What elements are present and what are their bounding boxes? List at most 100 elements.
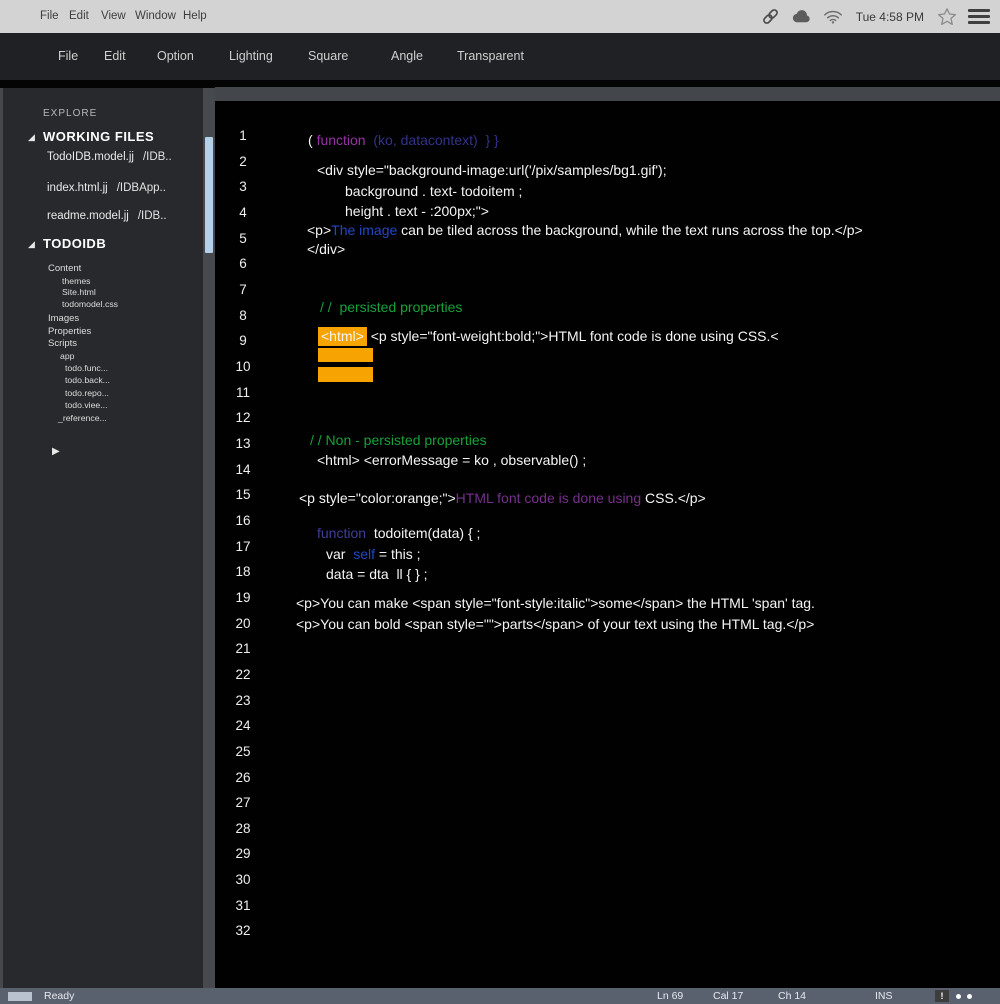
line-number: 1	[223, 128, 263, 143]
system-menubar: File Edit View Window Help	[0, 0, 1000, 33]
code-editor[interactable]: 1234567891011121314151617181920212223242…	[215, 87, 1000, 988]
wifi-icon[interactable]	[823, 9, 843, 24]
collapse-triangle-icon[interactable]: ◢	[28, 132, 35, 143]
status-column: Cal 17	[713, 990, 743, 1002]
link-icon[interactable]	[761, 7, 780, 26]
tree-item[interactable]: todomodel.css	[62, 299, 118, 309]
file-path: /IDBApp..	[117, 182, 166, 194]
code-line[interactable]: / / Non - persisted properties	[310, 432, 487, 448]
line-number: 16	[223, 513, 263, 528]
code-token: <p>You can bold <span style="">parts</sp…	[296, 616, 814, 632]
code-line[interactable]: <p>You can bold <span style="">parts</sp…	[296, 616, 814, 632]
alert-badge[interactable]: !	[935, 990, 949, 1002]
system-menu-view[interactable]: View	[101, 0, 126, 33]
app-menu-option[interactable]: Option	[157, 33, 194, 80]
code-token: HTML font code is done using	[456, 490, 645, 506]
line-number: 7	[223, 282, 263, 297]
code-line[interactable]: height . text - :200px;">	[345, 203, 489, 219]
code-line[interactable]: <p>The image can be tiled across the bac…	[307, 222, 863, 238]
code-line[interactable]: <html> <errorMessage = ko , observable()…	[317, 452, 586, 468]
app-menu-square[interactable]: Square	[308, 33, 348, 80]
app-menubar: File Edit Option Lighting Square Angle Transpa…	[0, 33, 1000, 80]
code-token: / / persisted properties	[320, 299, 462, 315]
status-insert-mode: INS	[875, 990, 893, 1002]
tree-item[interactable]: todo.repo...	[65, 388, 109, 398]
line-number: 8	[223, 308, 263, 323]
app-menu-angle[interactable]: Angle	[391, 33, 423, 80]
system-menu-file[interactable]: File	[40, 0, 59, 33]
line-number: 5	[223, 231, 263, 246]
tree-item[interactable]: Site.html	[62, 287, 96, 297]
code-line[interactable]: function todoitem(data) { ;	[317, 525, 480, 541]
sidebar-scrollbar-track[interactable]	[203, 88, 215, 988]
tree-item[interactable]: todo.viee...	[65, 400, 108, 410]
code-token: function	[317, 525, 366, 541]
working-file-item[interactable]: index.html.jj/IDBApp..	[47, 182, 166, 194]
tree-item[interactable]: todo.back...	[65, 375, 110, 385]
code-line[interactable]: <div style="background-image:url('/pix/s…	[317, 162, 667, 178]
line-number: 9	[223, 333, 263, 348]
code-token: <div style="background-image:url('/pix/s…	[317, 162, 667, 178]
code-line[interactable]: <html> <p style="font-weight:bold;">HTML…	[318, 328, 779, 344]
system-menu-window[interactable]: Window	[135, 0, 176, 33]
tree-item[interactable]: Content	[48, 263, 81, 274]
cloud-icon[interactable]	[791, 9, 812, 24]
line-number: 4	[223, 205, 263, 220]
tree-item[interactable]: Images	[48, 313, 79, 324]
code-line[interactable]: </div>	[307, 241, 345, 257]
tree-item[interactable]: app	[60, 351, 75, 361]
clock[interactable]: Tue 4:58 PM	[854, 10, 926, 24]
tree-item[interactable]: Properties	[48, 326, 91, 337]
line-number: 13	[223, 436, 263, 451]
app-menu-edit[interactable]: Edit	[104, 33, 126, 80]
app-menu-file[interactable]: File	[58, 33, 78, 80]
system-menu-edit[interactable]: Edit	[69, 0, 89, 33]
status-indicator-block	[8, 992, 32, 1001]
hamburger-menu-icon[interactable]	[968, 9, 990, 24]
working-file-item[interactable]: readme.model.jj/IDB..	[47, 210, 167, 222]
status-line: Ln 69	[657, 990, 683, 1002]
status-dot-icon	[956, 994, 961, 999]
tree-item[interactable]: themes	[62, 276, 91, 286]
code-token: CSS.</p>	[645, 490, 706, 506]
app-menu-transparent[interactable]: Transparent	[457, 33, 524, 80]
line-number: 12	[223, 410, 263, 425]
system-menu-help[interactable]: Help	[183, 0, 207, 33]
code-token: height . text - :200px;">	[345, 203, 489, 219]
sidebar-left-edge	[0, 88, 3, 988]
line-number: 20	[223, 616, 263, 631]
tree-item[interactable]: Scripts	[48, 338, 77, 349]
line-number: 23	[223, 693, 263, 708]
status-ready: Ready	[44, 990, 74, 1002]
project-header[interactable]: TODOIDB	[43, 236, 106, 251]
code-line[interactable]: <p>You can make <span style="font-style:…	[296, 595, 815, 611]
code-line[interactable]: background . text- todoitem ;	[345, 183, 522, 199]
line-number: 32	[223, 923, 263, 938]
working-files-header[interactable]: WORKING FILES	[43, 129, 154, 144]
code-line[interactable]: ( function (ko, datacontext) } }	[308, 132, 499, 148]
code-line[interactable]: var self = this ;	[326, 546, 421, 562]
tree-item[interactable]: todo.func...	[65, 363, 108, 373]
code-token: <html>	[318, 327, 367, 346]
code-line[interactable]: / / persisted properties	[320, 299, 462, 315]
editor-top-strip	[215, 87, 1000, 101]
line-number: 18	[223, 564, 263, 579]
code-token: data = dta ll { } ;	[326, 566, 428, 582]
line-number: 31	[223, 898, 263, 913]
app-menu-lighting[interactable]: Lighting	[229, 33, 273, 80]
expand-triangle-icon[interactable]: ▶	[52, 446, 60, 457]
line-number: 17	[223, 539, 263, 554]
code-token: function	[317, 132, 366, 148]
sidebar-scrollbar-thumb[interactable]	[205, 137, 213, 253]
code-token: <p style="color:orange;">	[299, 490, 456, 506]
working-file-item[interactable]: TodoIDB.model.jj/IDB..	[47, 151, 172, 163]
code-line[interactable]: data = dta ll { } ;	[326, 566, 428, 582]
star-icon[interactable]	[937, 7, 957, 27]
line-number: 10	[223, 359, 263, 374]
status-dot-icon	[967, 994, 972, 999]
code-line[interactable]: <p style="color:orange;">HTML font code …	[299, 490, 706, 506]
collapse-triangle-icon[interactable]: ◢	[28, 239, 35, 250]
tree-item[interactable]: _reference...	[58, 413, 107, 423]
file-name: TodoIDB.model.jj	[47, 151, 134, 163]
code-token: (	[308, 132, 317, 148]
